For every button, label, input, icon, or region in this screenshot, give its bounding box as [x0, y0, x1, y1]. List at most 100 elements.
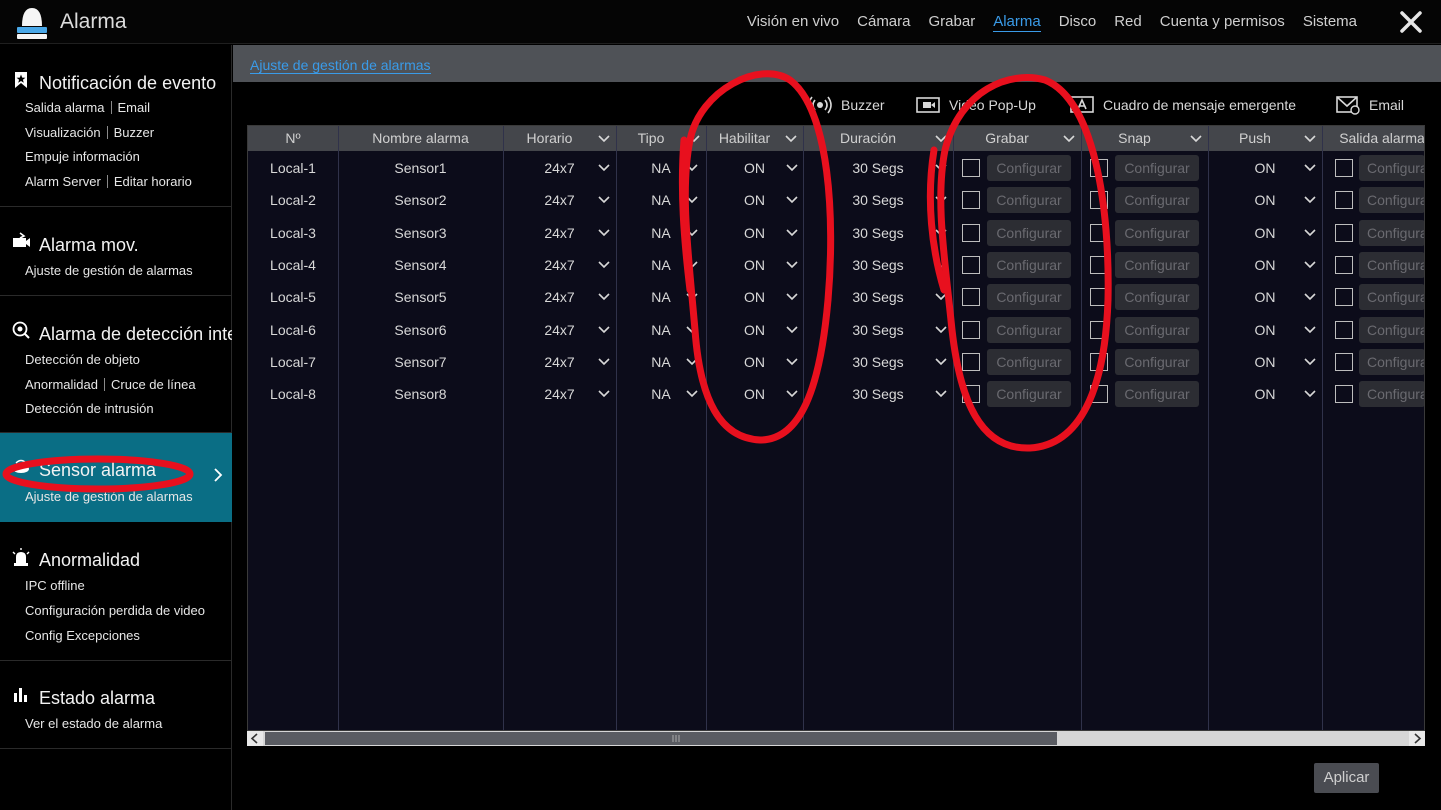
sidebar-group-title[interactable]: Alarma de detección inteligente	[39, 324, 232, 345]
snap-configure-button[interactable]: Configurar	[1115, 284, 1199, 311]
sidebar-group-5[interactable]: Estado alarma Ver el estado de alarma	[0, 661, 232, 749]
chevron-down-icon[interactable]	[786, 390, 798, 398]
chevron-down-icon[interactable]	[786, 261, 798, 269]
chevron-down-icon[interactable]	[935, 229, 947, 237]
record-checkbox[interactable]	[962, 320, 980, 339]
column-header-6[interactable]: Grabar	[953, 126, 1061, 151]
alarm-output-configure-button[interactable]: Configurar	[1359, 381, 1424, 408]
snap-configure-button[interactable]: Configurar	[1115, 348, 1199, 375]
sidebar-item[interactable]: Email	[118, 100, 151, 115]
chevron-down-icon[interactable]	[686, 358, 698, 366]
cell-name[interactable]: Sensor5	[338, 286, 503, 308]
chevron-down-icon[interactable]	[598, 196, 610, 204]
chevron-down-icon[interactable]	[1063, 135, 1075, 143]
sidebar-group-title[interactable]: Sensor alarma	[39, 460, 232, 481]
sidebar-item[interactable]: Ajuste de gestión de alarmas	[25, 489, 193, 504]
chevron-down-icon[interactable]	[935, 196, 947, 204]
sidebar-item[interactable]: Detección de objeto	[25, 352, 140, 367]
cell-duration[interactable]: 30 Segs	[803, 222, 953, 244]
snap-configure-button[interactable]: Configurar	[1115, 155, 1199, 181]
chevron-down-icon[interactable]	[1304, 358, 1316, 366]
cell-name[interactable]: Sensor8	[338, 383, 503, 405]
chevron-down-icon[interactable]	[1304, 229, 1316, 237]
nav-tab-6[interactable]: Cuenta y permisos	[1160, 13, 1285, 32]
apply-button[interactable]: Aplicar	[1314, 763, 1379, 793]
sidebar-group-title[interactable]: Alarma mov.	[39, 235, 232, 256]
sidebar-item[interactable]: Salida alarma	[25, 100, 105, 115]
record-configure-button[interactable]: Configurar	[987, 155, 1071, 181]
chevron-down-icon[interactable]	[935, 325, 947, 334]
record-checkbox[interactable]	[962, 385, 980, 404]
cell-name[interactable]: Sensor7	[338, 351, 503, 373]
alarm-output-checkbox[interactable]	[1335, 223, 1353, 242]
cell-name[interactable]: Sensor1	[338, 157, 503, 179]
chevron-down-icon[interactable]	[598, 325, 610, 334]
chevron-down-icon[interactable]	[598, 261, 610, 269]
cell-duration[interactable]: 30 Segs	[803, 254, 953, 276]
sidebar-group-2[interactable]: Alarma de detección inteligente Detección…	[0, 296, 232, 433]
cell-duration[interactable]: 30 Segs	[803, 286, 953, 308]
chevron-down-icon[interactable]	[1304, 135, 1316, 143]
scroll-right-button[interactable]	[1409, 731, 1425, 746]
chevron-down-icon[interactable]	[935, 261, 947, 269]
snap-configure-button[interactable]: Configurar	[1115, 381, 1199, 408]
snap-configure-button[interactable]: Configurar	[1115, 219, 1199, 246]
chevron-down-icon[interactable]	[935, 358, 947, 366]
chevron-down-icon[interactable]	[935, 390, 947, 398]
sidebar-item[interactable]: Configuración perdida de video	[25, 603, 205, 618]
chevron-down-icon[interactable]	[686, 325, 698, 334]
chevron-down-icon[interactable]	[935, 135, 947, 143]
chevron-down-icon[interactable]	[686, 196, 698, 204]
cell-duration[interactable]: 30 Segs	[803, 319, 953, 341]
cell-name[interactable]: Sensor3	[338, 222, 503, 244]
record-configure-button[interactable]: Configurar	[987, 381, 1071, 408]
record-configure-button[interactable]: Configurar	[987, 284, 1071, 311]
sidebar-item[interactable]: Alarm Server	[25, 174, 101, 189]
sidebar-item[interactable]: Detección de intrusión	[25, 401, 154, 416]
column-header-2[interactable]: Horario	[503, 126, 596, 151]
nav-tab-2[interactable]: Grabar	[929, 13, 976, 32]
chevron-down-icon[interactable]	[1304, 293, 1316, 301]
column-header-4[interactable]: Habilitar	[706, 126, 783, 151]
cell-duration[interactable]: 30 Segs	[803, 383, 953, 405]
video-popup-button[interactable]: Video Pop-Up	[915, 93, 1036, 117]
snap-checkbox[interactable]	[1090, 255, 1108, 274]
sidebar-group-0[interactable]: Notificación de evento Salida alarma Email…	[0, 45, 232, 207]
nav-tab-3[interactable]: Alarma	[993, 13, 1041, 32]
sidebar-item[interactable]: Visualización	[25, 125, 101, 140]
chevron-down-icon[interactable]	[686, 293, 698, 301]
alarm-output-configure-button[interactable]: Configurar	[1359, 155, 1424, 181]
alarm-output-configure-button[interactable]: Configurar	[1359, 251, 1424, 278]
record-configure-button[interactable]: Configurar	[987, 219, 1071, 246]
snap-checkbox[interactable]	[1090, 159, 1108, 177]
chevron-down-icon[interactable]	[1304, 261, 1316, 269]
alarm-output-configure-button[interactable]: Configurar	[1359, 219, 1424, 246]
chevron-down-icon[interactable]	[598, 229, 610, 237]
alarm-output-checkbox[interactable]	[1335, 385, 1353, 404]
record-configure-button[interactable]: Configurar	[987, 251, 1071, 278]
snap-checkbox[interactable]	[1090, 191, 1108, 210]
column-header-1[interactable]: Nombre alarma	[338, 126, 503, 151]
chevron-down-icon[interactable]	[598, 358, 610, 366]
snap-checkbox[interactable]	[1090, 352, 1108, 371]
message-box-button[interactable]: Cuadro de mensaje emergente	[1069, 93, 1296, 117]
cell-duration[interactable]: 30 Segs	[803, 351, 953, 373]
sidebar-group-3[interactable]: Sensor alarma Ajuste de gestión de alarma…	[0, 433, 232, 522]
chevron-down-icon[interactable]	[686, 229, 698, 237]
column-header-9[interactable]: Salida alarma	[1322, 126, 1424, 151]
nav-tab-1[interactable]: Cámara	[857, 13, 910, 32]
email-button[interactable]: Email	[1335, 93, 1404, 117]
chevron-down-icon[interactable]	[935, 164, 947, 172]
cell-duration[interactable]: 30 Segs	[803, 157, 953, 179]
cell-duration[interactable]: 30 Segs	[803, 189, 953, 211]
record-checkbox[interactable]	[962, 352, 980, 371]
chevron-down-icon[interactable]	[598, 135, 610, 143]
nav-tab-4[interactable]: Disco	[1059, 13, 1097, 32]
sidebar-item[interactable]: Anormalidad	[25, 377, 98, 392]
alarm-output-checkbox[interactable]	[1335, 352, 1353, 371]
chevron-down-icon[interactable]	[598, 293, 610, 301]
scroll-left-button[interactable]	[247, 731, 263, 746]
column-header-0[interactable]: Nº	[248, 126, 338, 151]
sidebar-item[interactable]: Buzzer	[114, 125, 154, 140]
chevron-down-icon[interactable]	[688, 135, 700, 143]
